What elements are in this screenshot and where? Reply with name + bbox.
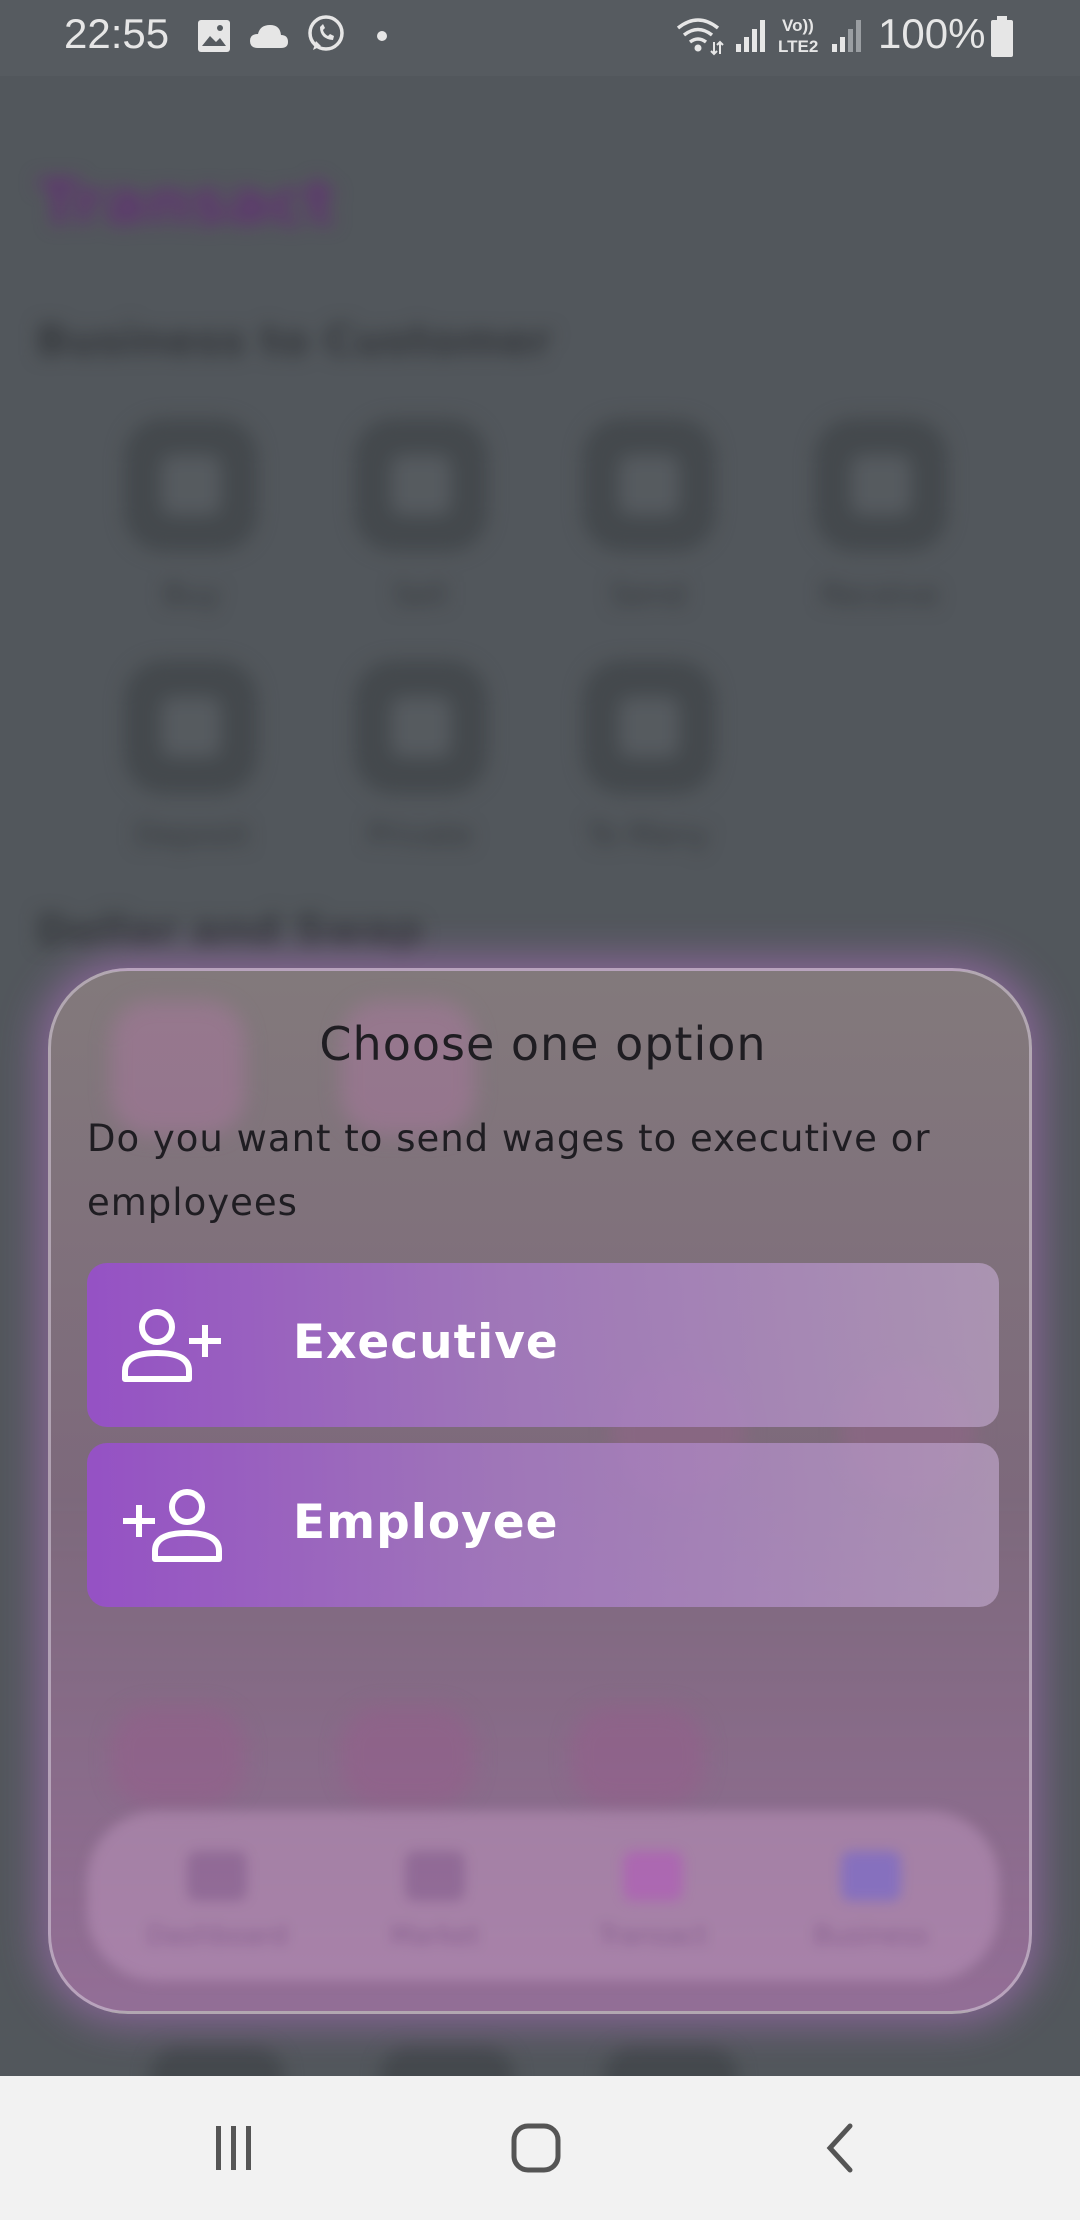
battery-percent: 100% — [878, 10, 986, 57]
employee-label: Employee — [293, 1495, 559, 1550]
executive-label: Executive — [293, 1315, 559, 1370]
signal-icon — [736, 20, 765, 52]
battery-icon — [991, 16, 1013, 57]
bnav-transact: Transact — [563, 1851, 743, 1951]
back-button[interactable] — [800, 2112, 880, 2184]
image-icon — [198, 20, 230, 52]
dialog-title: Choose one option — [319, 1017, 767, 1071]
employee-option-button[interactable]: Employee — [87, 1443, 999, 1607]
bnav-business: Business — [781, 1851, 961, 1951]
volte-lte2-icon: Vo)) LTE2 — [778, 16, 818, 56]
cloud-icon — [250, 25, 288, 48]
choose-option-dialog: Choose one option Do you want to send wa… — [48, 968, 1032, 2014]
person-add-left-icon — [123, 1489, 222, 1562]
system-navigation-bar — [0, 2076, 1080, 2220]
recents-button[interactable] — [194, 2112, 274, 2184]
back-icon — [826, 2123, 853, 2173]
executive-option-button[interactable]: Executive — [87, 1263, 999, 1427]
status-bar: 22:55 Vo)) LTE2 100% — [0, 0, 1080, 76]
person-add-icon — [122, 1309, 221, 1382]
wifi-icon — [676, 18, 724, 56]
dialog-message: Do you want to send wages to executive o… — [87, 1117, 931, 1224]
signal-icon-2 — [832, 20, 861, 52]
home-button[interactable] — [496, 2112, 576, 2184]
dot-icon — [377, 31, 387, 41]
bnav-market: Market — [345, 1851, 525, 1951]
whatsapp-icon — [308, 15, 344, 51]
svg-text:Vo)): Vo)) — [782, 16, 814, 35]
background-bottom-nav: Dashboard Market Transact Business — [87, 1811, 999, 1981]
svg-text:LTE2: LTE2 — [778, 37, 818, 56]
home-icon — [511, 2123, 561, 2173]
bnav-dashboard: Dashboard — [127, 1851, 307, 1951]
status-time: 22:55 — [64, 10, 170, 57]
recents-icon — [216, 2126, 251, 2170]
